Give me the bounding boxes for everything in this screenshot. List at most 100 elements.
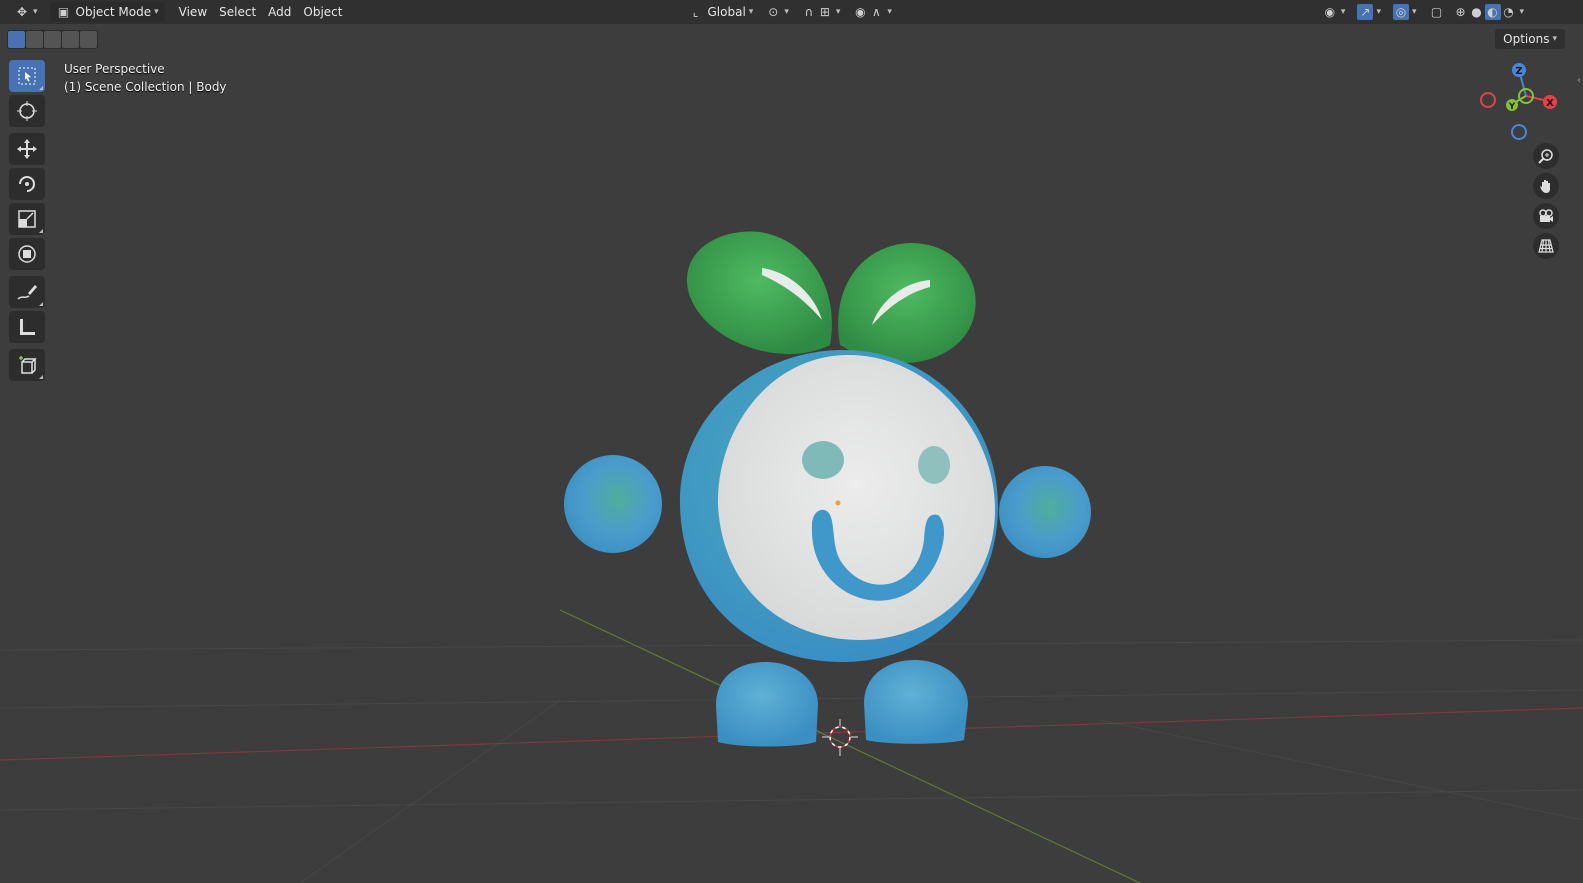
annotate-tool[interactable] <box>9 276 45 308</box>
3d-cursor-icon[interactable] <box>822 719 858 756</box>
shading-modes: ⊕ ● ◐ ◔ ▾ <box>1451 2 1527 22</box>
perspective-label: User Perspective <box>64 62 165 76</box>
transform-tool[interactable] <box>9 238 45 270</box>
chevron-down-icon: ▾ <box>887 7 892 17</box>
chevron-down-icon: ▾ <box>1376 7 1381 17</box>
transform-icon <box>18 245 36 263</box>
right-hand <box>999 466 1091 558</box>
proportional-editing-toggle[interactable]: ◉ ∧ ▾ <box>846 2 898 22</box>
wireframe-shading-icon[interactable]: ⊕ <box>1453 4 1469 20</box>
scale-icon <box>18 210 36 228</box>
selection-mode-group <box>7 30 98 49</box>
transform-orientation-dropdown[interactable]: ⌞ Global ▾ <box>682 2 760 22</box>
menu-view[interactable]: View <box>173 2 213 22</box>
chevron-down-icon: ▾ <box>154 7 159 17</box>
select-box-tool[interactable] <box>9 60 45 92</box>
select-box-icon <box>18 67 36 85</box>
add-cube-icon <box>19 356 37 374</box>
options-label: Options <box>1503 32 1550 46</box>
eye-icon: ◉ <box>1324 5 1336 19</box>
tool-variants-indicator <box>39 302 43 306</box>
cursor-icon <box>17 101 37 121</box>
camera-view-button[interactable] <box>1533 203 1559 229</box>
add-cube-tool[interactable] <box>9 349 45 381</box>
gizmo-x-label: X <box>1546 98 1554 109</box>
chevron-down-icon: ▾ <box>748 7 754 17</box>
object-mode-icon: ▣ <box>57 5 70 19</box>
select-intersect-icon[interactable] <box>80 31 97 48</box>
mode-label: Object Mode <box>75 5 152 19</box>
pan-button[interactable] <box>1533 173 1559 199</box>
tool-variants-indicator <box>39 229 43 233</box>
overlays-icon: ◎ <box>1392 4 1409 20</box>
rotate-tool[interactable] <box>9 168 45 200</box>
gizmo-z-label: Z <box>1515 66 1522 77</box>
move-tool[interactable] <box>9 133 45 165</box>
sidebar-toggle-icon[interactable]: ‹ <box>1577 75 1581 86</box>
gizmo-toggle[interactable]: ↗ ▾ <box>1351 2 1387 22</box>
viewport-canvas[interactable] <box>0 0 1583 883</box>
visibility-dropdown[interactable]: ◉ ▾ <box>1316 2 1352 22</box>
xray-toggle[interactable]: ▢ <box>1423 2 1451 22</box>
xray-icon: ▢ <box>1430 5 1443 19</box>
editor-type-button[interactable]: ✥ ▾ <box>8 2 44 22</box>
gizmo-icon: ↗ <box>1357 4 1374 20</box>
chevron-down-icon: ▾ <box>1340 7 1346 17</box>
3d-viewport-icon: ✥ <box>16 5 28 19</box>
select-extend-icon[interactable] <box>26 31 43 48</box>
gizmo-neg-x <box>1480 92 1496 108</box>
camera-icon <box>1539 209 1553 222</box>
chevron-down-icon: ▾ <box>1411 7 1417 17</box>
viewport-header: ✥ ▾ ▣ Object Mode ▾ View Select Add Objec… <box>0 0 1583 24</box>
scale-tool[interactable] <box>9 203 45 235</box>
navigation-buttons <box>1533 143 1561 263</box>
collection-label: (1) Scene Collection | Body <box>64 80 227 94</box>
tool-settings-bar: Options ▾ <box>0 24 1583 54</box>
measure-icon <box>20 319 35 335</box>
chevron-down-icon[interactable]: ▾ <box>1520 7 1525 17</box>
left-hand <box>564 455 662 553</box>
tool-variants-indicator <box>39 375 43 379</box>
cursor-tool[interactable] <box>9 95 45 127</box>
solid-shading-icon[interactable]: ● <box>1469 4 1485 20</box>
overlays-toggle[interactable]: ◎ ▾ <box>1387 2 1423 22</box>
measure-tool[interactable] <box>9 311 45 343</box>
snap-toggle[interactable]: ∩ ⊞ ▾ <box>795 2 847 22</box>
navigation-gizmo[interactable]: Z X Y <box>1478 58 1568 148</box>
select-subtract-icon[interactable] <box>44 31 61 48</box>
proportional-icon: ◉ <box>855 5 866 19</box>
gizmo-y-label: Y <box>1508 102 1516 112</box>
rendered-shading-icon[interactable]: ◔ <box>1501 4 1517 20</box>
mode-dropdown[interactable]: ▣ Object Mode ▾ <box>49 2 165 22</box>
viewport-info: User Perspective (1) Scene Collection | … <box>64 60 227 96</box>
hand-icon <box>1540 180 1550 193</box>
right-eye <box>918 446 950 484</box>
perspective-toggle-button[interactable] <box>1533 233 1559 259</box>
menu-select[interactable]: Select <box>213 2 262 22</box>
move-icon <box>17 139 37 159</box>
chevron-down-icon: ▾ <box>835 7 841 17</box>
grid-perspective-icon <box>1538 239 1554 253</box>
options-dropdown[interactable]: Options ▾ <box>1495 29 1565 49</box>
snap-increment-icon: ⊞ <box>819 5 830 19</box>
pivot-point-dropdown[interactable]: ⊙ ▾ <box>759 2 795 22</box>
annotate-icon <box>17 285 37 300</box>
character-model[interactable] <box>564 231 1091 747</box>
select-invert-icon[interactable] <box>62 31 79 48</box>
zoom-button[interactable] <box>1533 143 1559 169</box>
right-leaf <box>838 242 976 364</box>
pivot-icon: ⊙ <box>768 5 779 19</box>
menu-add[interactable]: Add <box>262 2 297 22</box>
select-new-icon[interactable] <box>8 31 25 48</box>
tool-shelf <box>9 60 47 384</box>
material-preview-shading-icon[interactable]: ◐ <box>1484 4 1501 20</box>
left-foot <box>716 662 818 747</box>
tool-variants-indicator <box>39 86 43 90</box>
zoom-icon <box>1538 149 1553 164</box>
right-foot <box>864 660 968 744</box>
left-eye <box>802 441 844 479</box>
orientation-icon: ⌞ <box>692 5 699 19</box>
falloff-icon: ∧ <box>871 5 881 19</box>
rotate-icon <box>19 176 35 192</box>
menu-object[interactable]: Object <box>297 2 348 22</box>
